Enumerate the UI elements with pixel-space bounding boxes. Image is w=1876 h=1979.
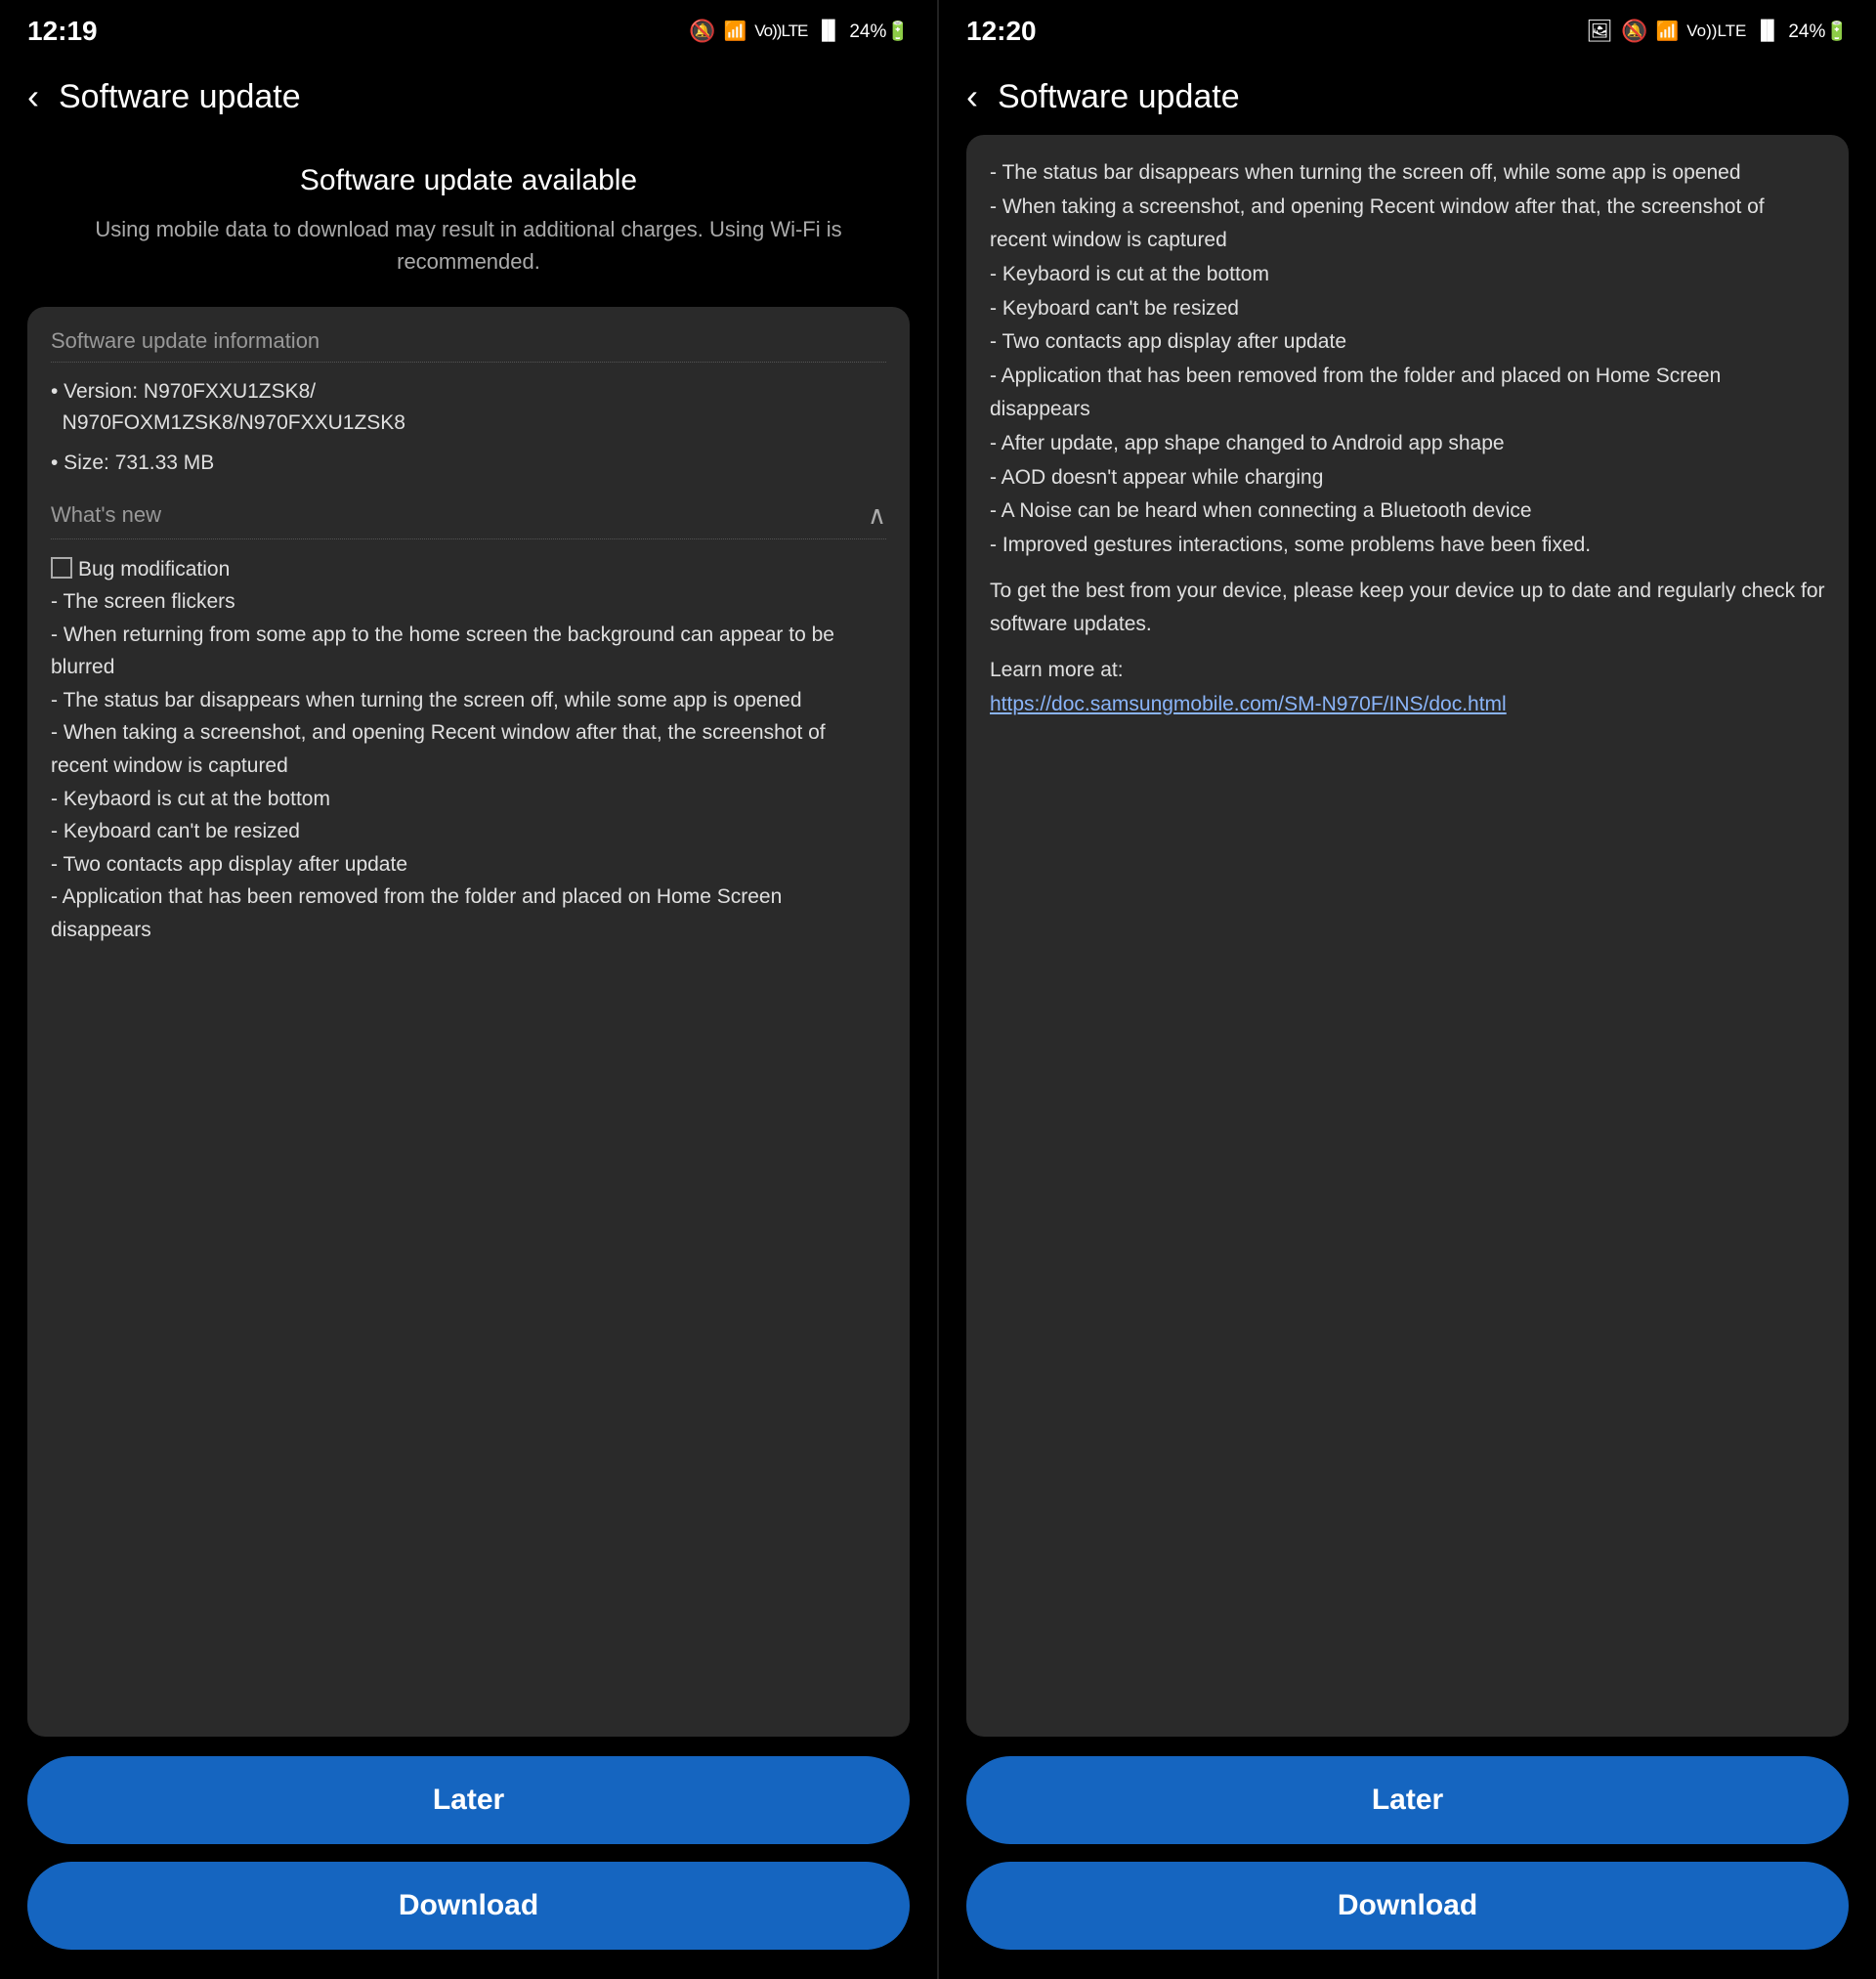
signal-bars-icon: ▐▌ bbox=[815, 21, 841, 42]
left-size: • Size: 731.33 MB bbox=[51, 448, 886, 479]
left-later-button[interactable]: Later bbox=[27, 1756, 910, 1844]
right-photo-icon: 🖼 bbox=[1586, 19, 1613, 44]
signal-icon: 📶 bbox=[724, 20, 747, 43]
right-signal-icon: 📶 bbox=[1656, 20, 1680, 43]
right-learn-more-text: Learn more at: https://doc.samsungmobile… bbox=[990, 654, 1825, 721]
right-lte-icon: Vo))LTE bbox=[1686, 22, 1746, 41]
left-status-icons: 🔕 📶 Vo))LTE ▐▌ 24%🔋 bbox=[689, 19, 910, 44]
right-mute-icon: 🔕 bbox=[1621, 19, 1647, 44]
right-status-icons: 🖼 🔕 📶 Vo))LTE ▐▌ 24%🔋 bbox=[1586, 19, 1849, 44]
left-whats-new-label: What's new bbox=[51, 502, 161, 528]
left-chevron-up-icon[interactable]: ∧ bbox=[868, 500, 886, 531]
left-whats-new-header: What's new ∧ bbox=[51, 500, 886, 539]
left-changelog: Bug modification - The screen flickers -… bbox=[51, 553, 886, 1716]
left-phone-panel: 12:19 🔕 📶 Vo))LTE ▐▌ 24%🔋 ‹ Software upd… bbox=[0, 0, 938, 1979]
right-scroll-box: - The status bar disappears when turning… bbox=[966, 135, 1849, 1737]
left-status-bar: 12:19 🔕 📶 Vo))LTE ▐▌ 24%🔋 bbox=[0, 0, 937, 59]
right-app-header: ‹ Software update bbox=[939, 59, 1876, 135]
left-back-button[interactable]: ‹ bbox=[27, 76, 39, 117]
right-later-button[interactable]: Later bbox=[966, 1756, 1849, 1844]
left-info-box: Software update information • Version: N… bbox=[27, 307, 910, 1737]
left-update-subtitle: Using mobile data to download may result… bbox=[27, 213, 910, 278]
right-battery-icon: 24%🔋 bbox=[1788, 20, 1849, 43]
left-button-area: Later Download bbox=[0, 1737, 937, 1979]
mute-icon: 🔕 bbox=[689, 19, 715, 44]
right-back-button[interactable]: ‹ bbox=[966, 76, 978, 117]
checkbox-icon bbox=[51, 557, 72, 579]
right-doc-link[interactable]: https://doc.samsungmobile.com/SM-N970F/I… bbox=[990, 693, 1507, 715]
right-page-title: Software update bbox=[998, 78, 1240, 116]
right-status-bar: 12:20 🖼 🔕 📶 Vo))LTE ▐▌ 24%🔋 bbox=[939, 0, 1876, 59]
right-phone-panel: 12:20 🖼 🔕 📶 Vo))LTE ▐▌ 24%🔋 ‹ Software u… bbox=[938, 0, 1876, 1979]
battery-icon: 24%🔋 bbox=[849, 20, 910, 43]
left-app-header: ‹ Software update bbox=[0, 59, 937, 135]
left-time: 12:19 bbox=[27, 16, 98, 47]
left-info-section-title: Software update information bbox=[51, 328, 886, 363]
right-scroll-text: - The status bar disappears when turning… bbox=[990, 156, 1825, 721]
right-download-button[interactable]: Download bbox=[966, 1862, 1849, 1950]
right-signal-bars-icon: ▐▌ bbox=[1754, 21, 1780, 42]
right-content: - The status bar disappears when turning… bbox=[939, 135, 1876, 1737]
right-bug-list-1: - The status bar disappears when turning… bbox=[990, 156, 1825, 563]
right-button-area: Later Download bbox=[939, 1737, 1876, 1979]
lte-icon: Vo))LTE bbox=[754, 22, 807, 41]
right-keep-updated-text: To get the best from your device, please… bbox=[990, 575, 1825, 642]
right-time: 12:20 bbox=[966, 16, 1037, 47]
left-update-title: Software update available bbox=[27, 164, 910, 197]
left-page-title: Software update bbox=[59, 78, 301, 116]
left-content: Software update available Using mobile d… bbox=[0, 135, 937, 1737]
left-download-button[interactable]: Download bbox=[27, 1862, 910, 1950]
left-changelog-text: Bug modification - The screen flickers -… bbox=[51, 558, 834, 942]
left-version: • Version: N970FXXU1ZSK8/ N970FOXM1ZSK8/… bbox=[51, 376, 886, 438]
